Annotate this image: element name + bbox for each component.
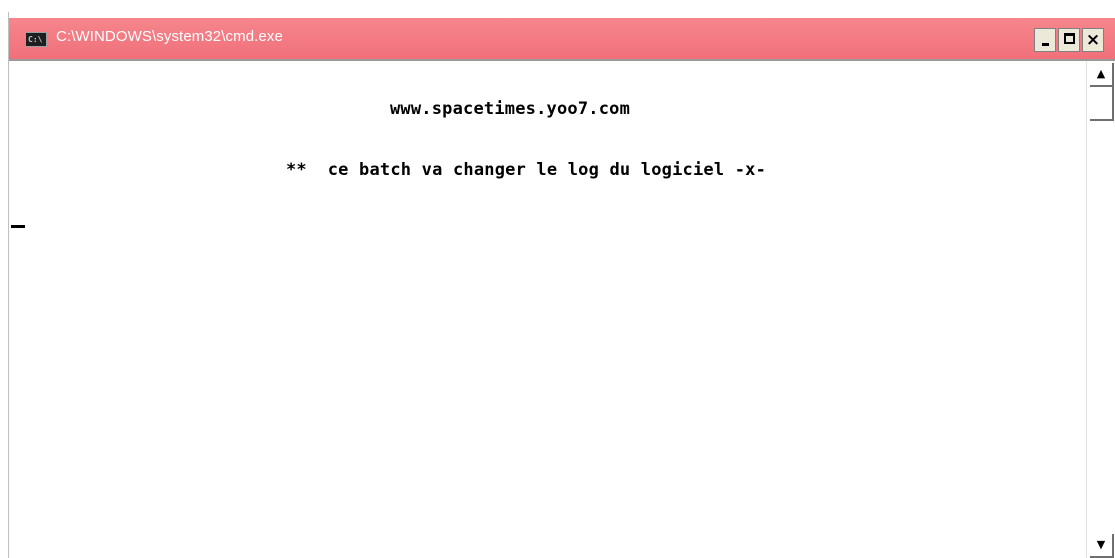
title-bar[interactable]: C:\ C:\WINDOWS\system32\cmd.exe ×	[9, 18, 1115, 61]
console-output[interactable]: www.spacetimes.yoo7.com ** ce batch va c…	[9, 61, 1086, 558]
close-button[interactable]: ×	[1082, 28, 1104, 52]
scroll-up-button[interactable]: ▲	[1090, 63, 1114, 87]
maximize-icon	[1063, 33, 1075, 44]
vertical-scrollbar[interactable]: ▲ ▼	[1086, 61, 1115, 558]
maximize-button[interactable]	[1058, 28, 1080, 52]
close-icon: ×	[1085, 30, 1101, 50]
window-title: C:\WINDOWS\system32\cmd.exe	[56, 28, 283, 45]
minimize-button[interactable]	[1034, 28, 1056, 52]
cmd-app-icon[interactable]: C:\	[25, 32, 47, 47]
console-line: www.spacetimes.yoo7.com	[390, 99, 631, 119]
cmd-window: C:\ C:\WINDOWS\system32\cmd.exe × www.sp…	[8, 12, 1115, 558]
arrow-up-icon: ▲	[1096, 67, 1106, 80]
scroll-down-button[interactable]: ▼	[1090, 534, 1114, 558]
console-line: ** ce batch va changer le log du logicie…	[286, 160, 767, 180]
text-cursor	[11, 225, 25, 228]
arrow-down-icon: ▼	[1096, 538, 1106, 551]
scroll-thumb[interactable]	[1090, 87, 1114, 121]
minimize-icon	[1041, 43, 1049, 46]
